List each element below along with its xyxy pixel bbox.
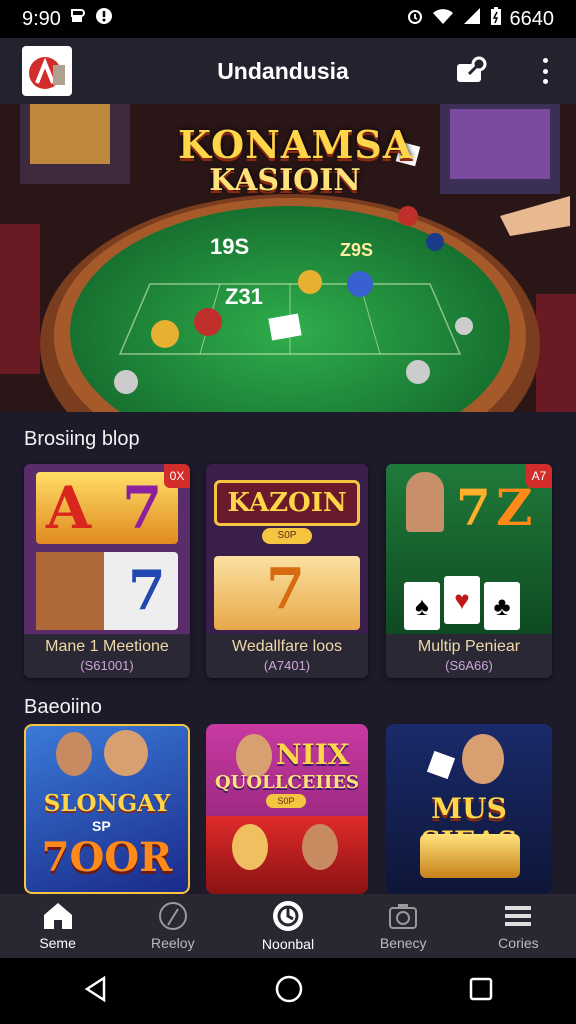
banner-logo: KONAMSA KASIOIN — [178, 122, 414, 198]
table-text-2: Z31 — [225, 284, 263, 309]
status-bar: 9:90 6640 — [0, 0, 576, 38]
reel-symbol: Z — [496, 478, 533, 537]
banner-logo-line1: KONAMSA — [178, 122, 414, 167]
more-options-button[interactable] — [532, 54, 558, 88]
table-text-1: 19S — [210, 234, 250, 259]
card-badge: 0X — [164, 464, 190, 488]
card-title: Wedallfare loos — [232, 638, 342, 655]
slot-art: 7 Z ♠ ♥ ♣ — [386, 464, 552, 634]
app-bar: Undandusia — [0, 38, 576, 104]
battery-icon — [490, 6, 502, 32]
game-tile[interactable]: SLONGAY SP 7OOR — [24, 724, 190, 894]
bottom-nav: Seme Reeloy Noonbal Benecy Cories — [0, 894, 576, 958]
nav-reeloy[interactable]: Reeloy — [115, 894, 230, 958]
tile-chip: S0P — [266, 794, 306, 808]
nav-cories[interactable]: Cories — [461, 894, 576, 958]
home-icon — [43, 903, 72, 929]
card-subtitle: (S61001) — [80, 658, 134, 673]
key-icon — [457, 56, 487, 82]
nav-benecy[interactable]: Benecy — [346, 894, 461, 958]
status-time: 9:90 — [22, 7, 61, 30]
section-title-casino: Baeoiino — [24, 696, 102, 718]
wifi-icon — [432, 7, 454, 31]
game-tile[interactable]: MUS SIEAS — [386, 724, 552, 894]
card-logo: KAZOIN — [214, 480, 360, 526]
game-tile[interactable]: NIIX QUOLLCEIIES S0P — [206, 724, 368, 894]
nav-noonbal[interactable]: Noonbal — [230, 894, 345, 958]
camera-icon — [389, 904, 418, 929]
reel-symbol: 7 — [128, 558, 166, 622]
nav-label: Seme — [39, 935, 76, 951]
game-card[interactable]: KAZOIN S0P 7 Wedallfare loos (A7401) — [206, 464, 368, 678]
tile-title: SLONGAY — [43, 790, 171, 817]
tile-title: NIIX — [276, 738, 350, 771]
spade-icon — [273, 901, 303, 931]
feather-icon — [158, 902, 187, 930]
key-button[interactable] — [455, 56, 489, 86]
slot-art: A 7 7 — [24, 464, 190, 634]
nav-label: Cories — [498, 935, 539, 951]
battery-level: 6640 — [509, 7, 555, 30]
nav-label: Reeloy — [151, 935, 195, 951]
home-circle-icon[interactable] — [274, 974, 304, 1009]
hero-banner[interactable]: KONAMSA KASIOIN 19S Z31 Z9S — [0, 104, 576, 412]
nav-label: Noonbal — [261, 936, 315, 952]
card-subtitle: (A7401) — [263, 658, 311, 673]
reel-symbol: 7 — [456, 478, 491, 537]
card-badge: A7 — [526, 464, 552, 488]
card-chip: S0P — [262, 528, 312, 544]
game-card[interactable]: A 7 7 0X Mane 1 Meetione (S61001) — [24, 464, 190, 678]
reel-symbol: A — [46, 474, 92, 542]
nav-label: Benecy — [379, 935, 427, 951]
nfc-icon — [69, 7, 87, 31]
shield-status-icon — [95, 7, 113, 31]
section-title-browsing: Brosiing blop — [24, 428, 140, 450]
tile-subtitle: 7OOR — [41, 834, 173, 881]
system-nav-bar — [0, 958, 576, 1024]
card-title: Mane 1 Meetione — [45, 638, 169, 655]
table-text-3: Z9S — [340, 240, 374, 260]
game-card[interactable]: 7 Z ♠ ♥ ♣ A7 Multip Peniear (S6A66) — [386, 464, 552, 678]
signal-icon — [462, 7, 482, 31]
tile-subtitle: QUOLLCEIIES — [215, 772, 359, 793]
recents-icon[interactable] — [468, 976, 494, 1007]
reel-symbol: 7 — [122, 474, 163, 542]
card-title: Multip Peniear — [417, 638, 521, 655]
back-icon[interactable] — [82, 975, 110, 1008]
more-dot-icon — [542, 58, 548, 63]
nav-home[interactable]: Seme — [0, 894, 115, 958]
menu-icon — [505, 906, 532, 926]
alarm-icon — [406, 7, 424, 31]
card-subtitle: (S6A66) — [445, 658, 493, 673]
tile-chip: SP — [92, 818, 111, 834]
banner-logo-line2: KASIOIN — [209, 163, 361, 198]
slot-art: KAZOIN S0P 7 — [206, 464, 368, 634]
